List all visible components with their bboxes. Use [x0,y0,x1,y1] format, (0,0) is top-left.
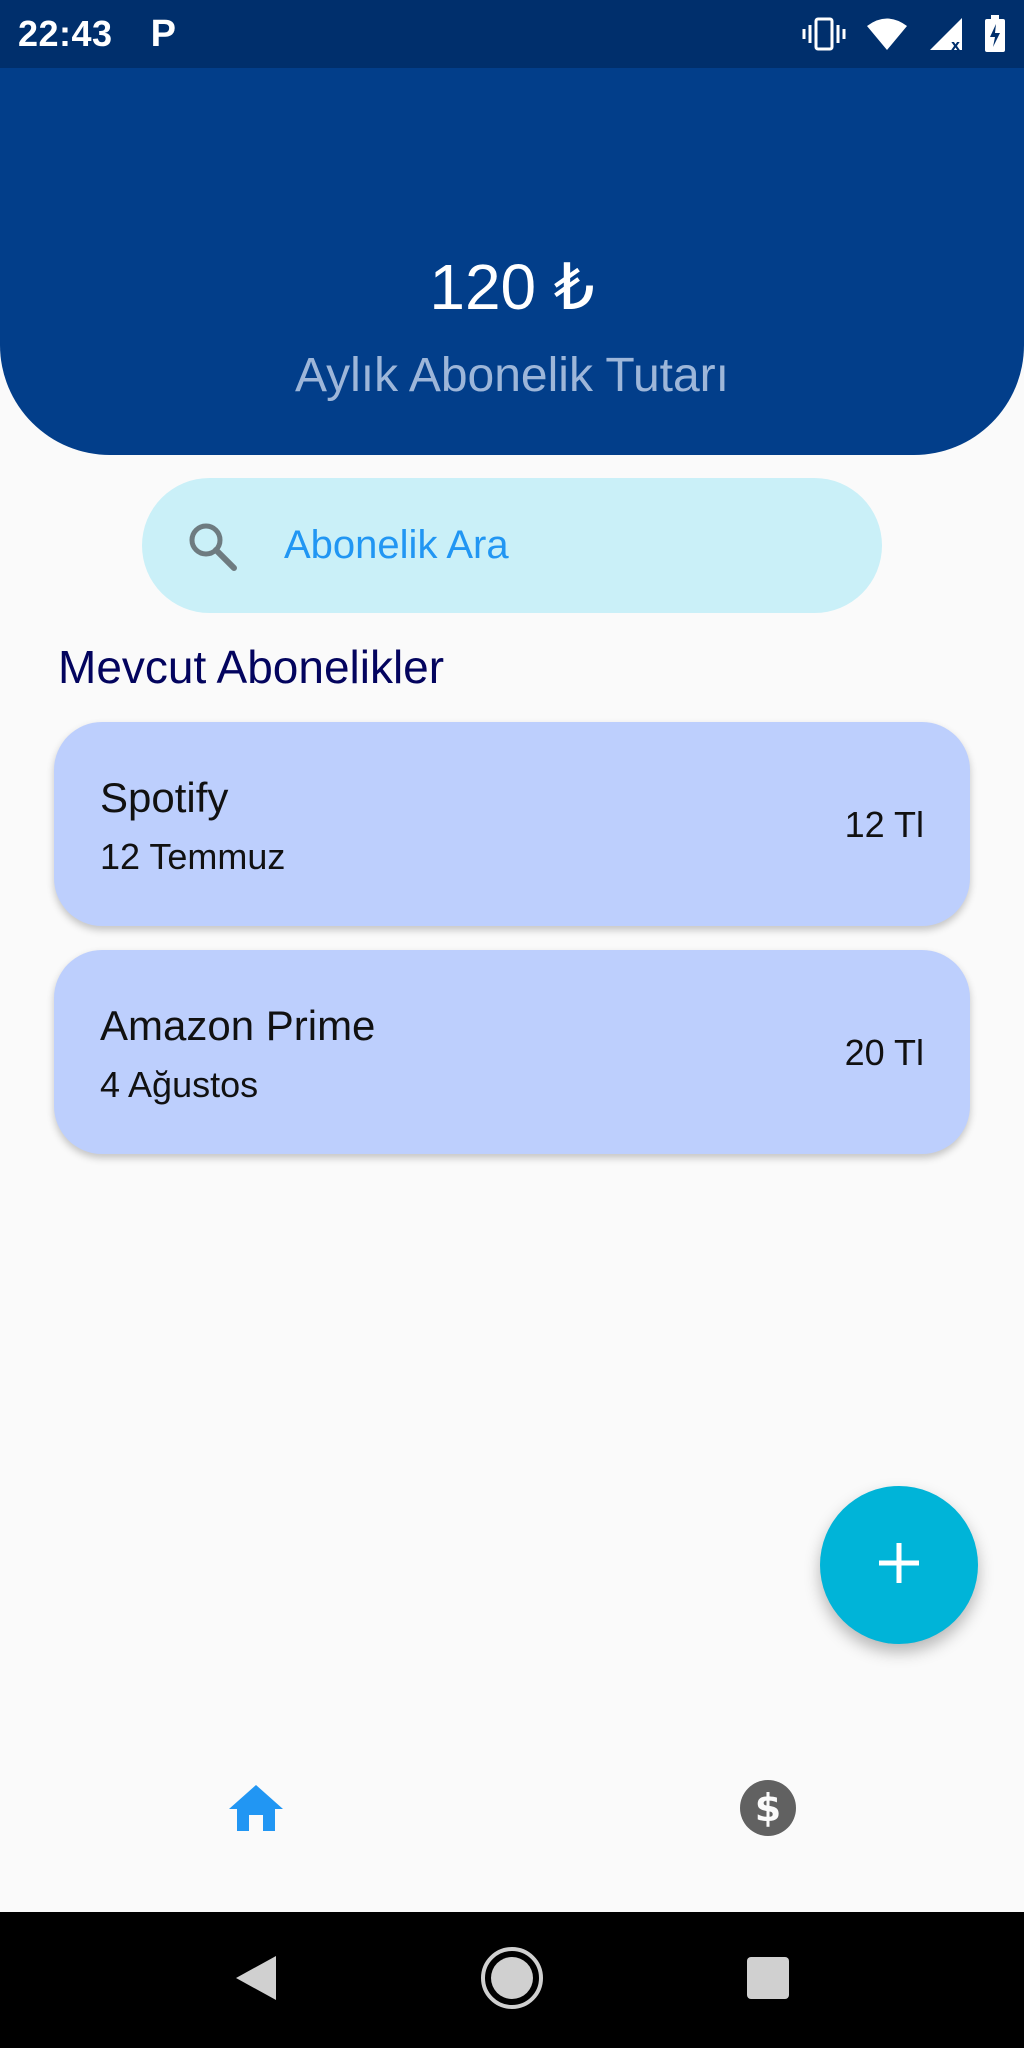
search-input[interactable]: Abonelik Ara [142,478,882,613]
wifi-icon [866,17,908,51]
subscription-name: Amazon Prime [100,1002,376,1049]
add-subscription-button[interactable] [820,1486,978,1644]
svg-text:x: x [951,38,960,51]
nav-expenses[interactable]: $ [736,1778,800,1842]
subscription-price: 20 Tl [844,1032,924,1073]
back-button[interactable] [226,1950,286,2010]
summary-header: 120 ₺ Aylık Abonelik Tutarı [0,68,1024,455]
subscription-date: 12 Temmuz [100,836,286,877]
recent-apps-button[interactable] [738,1950,798,2010]
search-placeholder: Abonelik Ara [284,523,509,567]
monthly-total-amount: 120 ₺ [429,251,595,323]
screen: 22:43 P x 120 ₺ Aylık Abonelik Tutarı Ab… [0,0,1024,2048]
back-triangle-icon [234,1954,278,2007]
home-icon [227,1783,285,1838]
dollar-icon: $ [739,1779,797,1842]
vibrate-icon [802,17,846,51]
subscription-price: 12 Tl [844,804,924,845]
subscription-name: Spotify [100,774,229,821]
search-icon [182,516,242,576]
status-time: 22:43 [18,13,113,54]
status-bar: 22:43 P x [0,0,1024,68]
home-circle-icon [480,1946,544,2015]
subscription-card-spotify[interactable]: Spotify 12 Temmuz 12 Tl [54,722,970,926]
parking-notification-icon: P [150,12,176,55]
svg-text:$: $ [755,1786,781,1830]
home-button[interactable] [481,1946,543,2010]
status-right: x [802,15,1006,53]
plus-icon [876,1540,922,1591]
recent-apps-square-icon [745,1955,791,2006]
battery-icon [984,15,1006,53]
status-left: 22:43 P [18,13,176,56]
subscription-card-amazon-prime[interactable]: Amazon Prime 4 Ağustos 20 Tl [54,950,970,1154]
signal-icon: x [928,17,964,51]
monthly-total-caption: Aylık Abonelik Tutarı [294,349,729,402]
section-title: Mevcut Abonelikler [58,641,445,693]
subscription-date: 4 Ağustos [100,1064,259,1105]
nav-home[interactable] [224,1778,288,1842]
bottom-navigation: $ [0,1700,1024,1912]
system-navigation-bar [0,1912,1024,2048]
